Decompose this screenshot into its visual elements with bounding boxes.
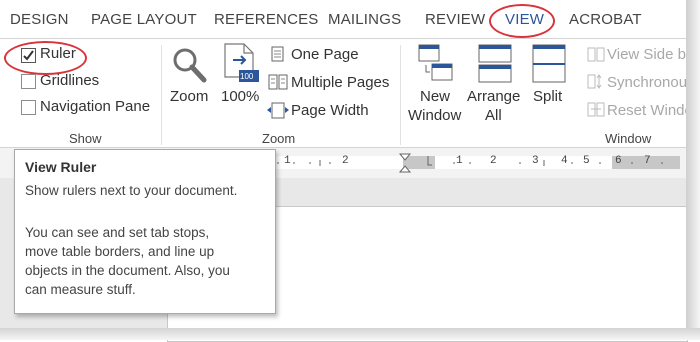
view-side-by-side-label: View Side b [607,46,686,63]
arrange-all-label-line2: All [485,107,502,124]
new-window-label-line2: Window [408,107,462,124]
reset-window-icon [587,102,605,117]
arrange-all-label-line1: Arrange [467,88,521,105]
tab-review[interactable]: REVIEW [425,11,485,28]
screenshot-edge-shadow [0,328,700,340]
group-separator [400,45,401,145]
arrange-all-icon [478,44,512,83]
ruler-ticks [277,160,663,166]
magnifier-icon [173,48,207,83]
navigation-pane-checkbox[interactable] [21,100,36,115]
tab-stop-icon[interactable] [427,156,433,166]
page-width-icon [267,102,289,119]
multiple-pages-label: Multiple Pages [291,74,390,91]
tab-mailings[interactable]: MAILINGS [328,11,401,28]
tab-acrobat[interactable]: ACROBAT [569,11,642,28]
window-group-label: Window [605,131,652,146]
tab-references[interactable]: REFERENCES [214,11,319,28]
gridlines-checkbox[interactable] [21,74,36,89]
tooltip-text: objects in the document. Also, you [25,263,230,278]
navigation-pane-label[interactable]: Navigation Pane [40,98,150,115]
reset-window-position-label: Reset Windo [607,102,693,119]
tab-page-layout[interactable]: PAGE LAYOUT [91,11,197,28]
side-by-side-icon [587,47,605,62]
page-width-label: Page Width [291,102,369,119]
tooltip-text: can measure stuff. [25,282,136,297]
tooltip: View Ruler Show rulers next to your docu… [14,149,276,314]
gridlines-label[interactable]: Gridlines [40,72,99,89]
zoom-label: Zoom [170,88,209,105]
view-tab-highlight-circle [489,4,555,38]
new-window-label-line1: New [420,88,451,105]
tab-design[interactable]: DESIGN [10,11,69,28]
indent-marker-icon[interactable] [398,153,412,173]
group-separator [161,45,162,145]
tooltip-text: move table borders, and line up [25,244,215,259]
new-window-icon [418,44,453,81]
split-icon [532,44,566,83]
multiple-pages-icon [268,74,288,90]
tooltip-text: You can see and set tab stops, [25,225,210,240]
screenshot-edge-shadow [686,0,700,340]
synchronous-scrolling-icon [587,74,602,89]
ribbon-tab-bar: DESIGN PAGE LAYOUT REFERENCES MAILINGS R… [0,0,686,39]
ribbon-panel: Ruler Gridlines Navigation Pane Show Zoo… [0,39,693,148]
percent-badge: 100 [240,72,254,81]
tooltip-title: View Ruler [25,159,97,175]
synchronous-scrolling-label: Synchronou [607,74,688,91]
tooltip-text: Show rulers next to your document. [25,183,238,198]
zoom-100-label: 100% [221,88,260,105]
ruler-highlight-circle [4,41,87,75]
one-page-icon [271,46,284,62]
show-group-label: Show [69,131,102,146]
split-label: Split [533,88,563,105]
zoom-group-label: Zoom [262,131,296,146]
one-page-label: One Page [291,46,359,63]
